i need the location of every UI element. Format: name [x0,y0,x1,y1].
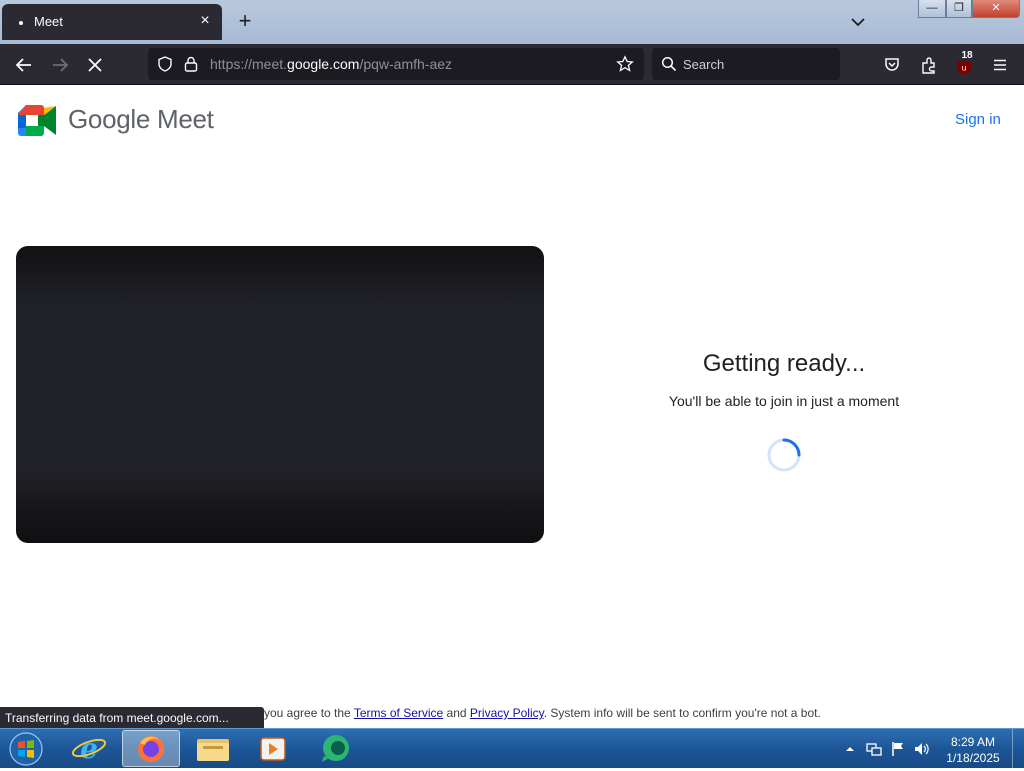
status-bar: Transferring data from meet.google.com..… [0,707,264,729]
tab-meet[interactable]: Meet × [2,4,222,40]
clock-date: 1/18/2025 [946,751,1000,765]
firefox-taskbar-button[interactable] [122,730,180,767]
search-bar[interactable]: Search [652,48,840,80]
svg-text:e: e [80,732,98,765]
tab-title: Meet [34,14,63,29]
svg-text:u: u [961,64,966,73]
footer-notice: you agree to the Terms of Service and Pr… [264,706,821,720]
back-arrow-icon[interactable] [11,52,37,78]
terms-link[interactable]: Terms of Service [354,706,443,720]
shield-icon[interactable] [156,55,174,73]
forward-arrow-icon[interactable] [47,52,73,78]
url-text[interactable]: https://meet.google.com/pqw-amfh-aez [210,56,452,72]
chevron-down-icon[interactable] [848,12,868,32]
stop-loading-icon[interactable] [82,52,108,78]
media-player-icon[interactable] [244,730,302,767]
firefox-icon [138,736,164,762]
menu-icon[interactable] [991,56,1009,74]
pocket-icon[interactable] [883,56,901,74]
volume-icon[interactable] [913,741,929,757]
new-tab-button[interactable]: + [234,10,256,32]
extension-badge: 18 [958,50,976,61]
file-explorer-icon[interactable] [184,730,242,767]
navigation-toolbar: https://meet.google.com/pqw-amfh-aez Sea… [0,44,1024,85]
getting-ready-heading: Getting ready... [702,350,866,377]
search-placeholder: Search [683,57,725,72]
brand-name: Google Meet [68,104,214,134]
taskbar: e 8:29 AM 1/18/2025 [0,728,1024,769]
loading-dot-icon [19,21,23,25]
show-hidden-icons-icon[interactable] [844,741,856,757]
start-orb-icon[interactable] [6,731,46,767]
address-bar[interactable]: https://meet.google.com/pqw-amfh-aez [148,48,644,80]
lock-icon[interactable] [183,55,199,73]
system-clock[interactable]: 8:29 AM 1/18/2025 [940,734,1006,766]
search-icon [661,56,677,72]
show-desktop-button[interactable] [1012,729,1024,769]
window-close-button[interactable]: ✕ [972,0,1020,18]
minimize-button[interactable]: — [918,0,946,18]
sign-in-link[interactable]: Sign in [955,111,1001,128]
star-icon[interactable] [616,55,634,73]
loading-spinner-icon [767,438,801,472]
restore-button[interactable]: ❐ [946,0,972,18]
chat-app-icon[interactable] [306,730,364,767]
clock-time: 8:29 AM [950,735,996,749]
extensions-icon[interactable] [919,55,939,75]
join-subtext: You'll be able to join in just a moment [668,393,900,409]
internet-explorer-icon[interactable]: e [60,730,118,767]
tab-strip: Meet × + — ❐ ✕ [0,0,1024,44]
close-icon[interactable]: × [196,12,214,30]
network-icon[interactable] [866,741,882,757]
video-preview [16,246,544,543]
privacy-link[interactable]: Privacy Policy [470,706,544,720]
action-center-flag-icon[interactable] [890,741,906,757]
google-meet-logo-icon [18,105,56,136]
